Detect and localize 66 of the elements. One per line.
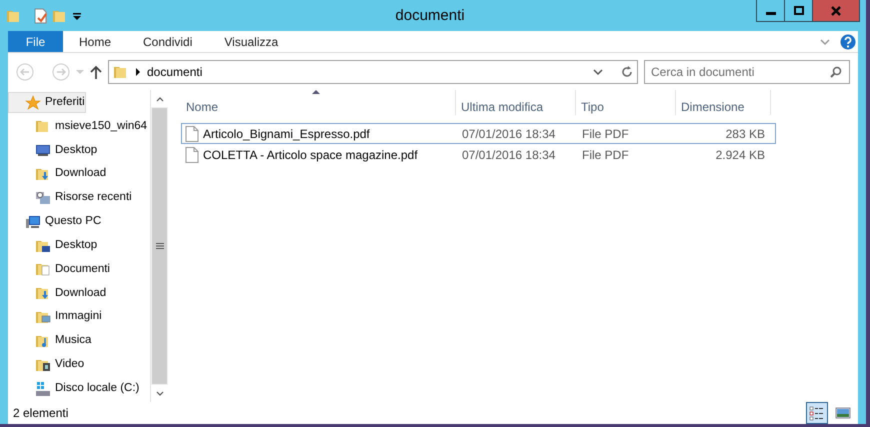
ribbon-tab[interactable]: Condividi [127, 31, 208, 52]
recent-places-icon [35, 190, 51, 206]
documents-folder-icon [35, 261, 51, 278]
nav-item[interactable]: Documenti [8, 258, 111, 280]
star-icon [25, 94, 41, 110]
nav-item[interactable]: Desktop [8, 235, 98, 256]
drive-icon [35, 380, 51, 397]
sort-ascending-icon [312, 90, 320, 94]
nav-item[interactable]: Desktop [8, 140, 98, 161]
file-type: File PDF [581, 146, 630, 164]
up-icon[interactable] [90, 64, 102, 78]
expand-ribbon-icon[interactable] [820, 38, 830, 46]
ribbon-tab[interactable]: Home [63, 31, 128, 52]
nav-item[interactable]: Risorse recenti [8, 187, 133, 208]
file-type: File PDF [581, 126, 630, 142]
close-icon [831, 6, 841, 16]
breadcrumb-arrow-icon [135, 68, 141, 76]
nav-item[interactable]: Video [8, 354, 86, 376]
document-icon [185, 126, 199, 142]
nav-item[interactable]: Questo PC [8, 211, 102, 232]
monitor-icon [35, 142, 51, 158]
item-count: 2 elementi [13, 405, 68, 422]
file-size: 283 KB [724, 126, 766, 142]
file-name: Articolo_Bignami_Espresso.pdf [203, 126, 370, 142]
details-view-icon [809, 405, 825, 421]
dropdown-icon[interactable] [593, 68, 603, 76]
nav-item[interactable]: Preferiti [8, 92, 86, 113]
nav-item[interactable]: Download [8, 164, 108, 185]
details-view-button[interactable] [806, 402, 828, 424]
download-folder-icon [35, 285, 51, 302]
nav-item[interactable]: Download [8, 282, 108, 304]
file-row[interactable]: Articolo_Bignami_Espresso.pdf 07/01/2016 18:34 File PDF 283 KB [181, 123, 776, 144]
folder-icon [35, 118, 51, 134]
download-folder-icon [35, 166, 51, 182]
scroll-down-icon[interactable] [156, 390, 164, 396]
file-row[interactable]: COLETTA - Articolo space magazine.pdf 07/01/2016 18:34 File PDF 2.924 KB [181, 144, 776, 165]
breadcrumb-item[interactable]: documenti [147, 62, 202, 80]
column-header[interactable]: Dimensione [676, 90, 771, 115]
window-title: documenti [394, 6, 466, 26]
nav-item[interactable]: Immagini [8, 306, 103, 328]
date-modified: 07/01/2016 18:34 [461, 146, 556, 164]
maximize-icon [794, 6, 804, 16]
column-header[interactable]: Ultima modifica [456, 90, 576, 115]
pictures-folder-icon [35, 309, 51, 326]
scroll-up-icon[interactable] [156, 96, 164, 102]
properties-icon[interactable] [32, 8, 48, 24]
nav-item[interactable]: Disco locale (C:) [8, 378, 140, 400]
refresh-icon[interactable] [621, 66, 633, 78]
close-button[interactable] [813, 0, 859, 21]
column-header[interactable]: Tipo [576, 90, 676, 115]
grip-icon [156, 243, 164, 249]
ribbon-tab[interactable]: Visualizza [208, 31, 294, 52]
search-field[interactable]: Cerca in documenti [644, 60, 850, 84]
minimize-icon [766, 12, 776, 14]
nav-item[interactable]: Musica [8, 330, 92, 352]
address-bar[interactable]: documenti [108, 60, 638, 84]
computer-icon [25, 214, 41, 230]
help-icon[interactable] [840, 34, 856, 50]
document-icon [185, 146, 199, 162]
nav-item[interactable]: msieve150_win64 [8, 116, 148, 137]
search-icon [830, 66, 842, 78]
file-name: COLETTA - Articolo space magazine.pdf [203, 146, 418, 164]
date-modified: 07/01/2016 18:34 [461, 126, 556, 142]
file-menu-button[interactable]: File [8, 31, 63, 52]
picture-icon [835, 405, 851, 421]
file-size: 2.924 KB [714, 146, 766, 164]
